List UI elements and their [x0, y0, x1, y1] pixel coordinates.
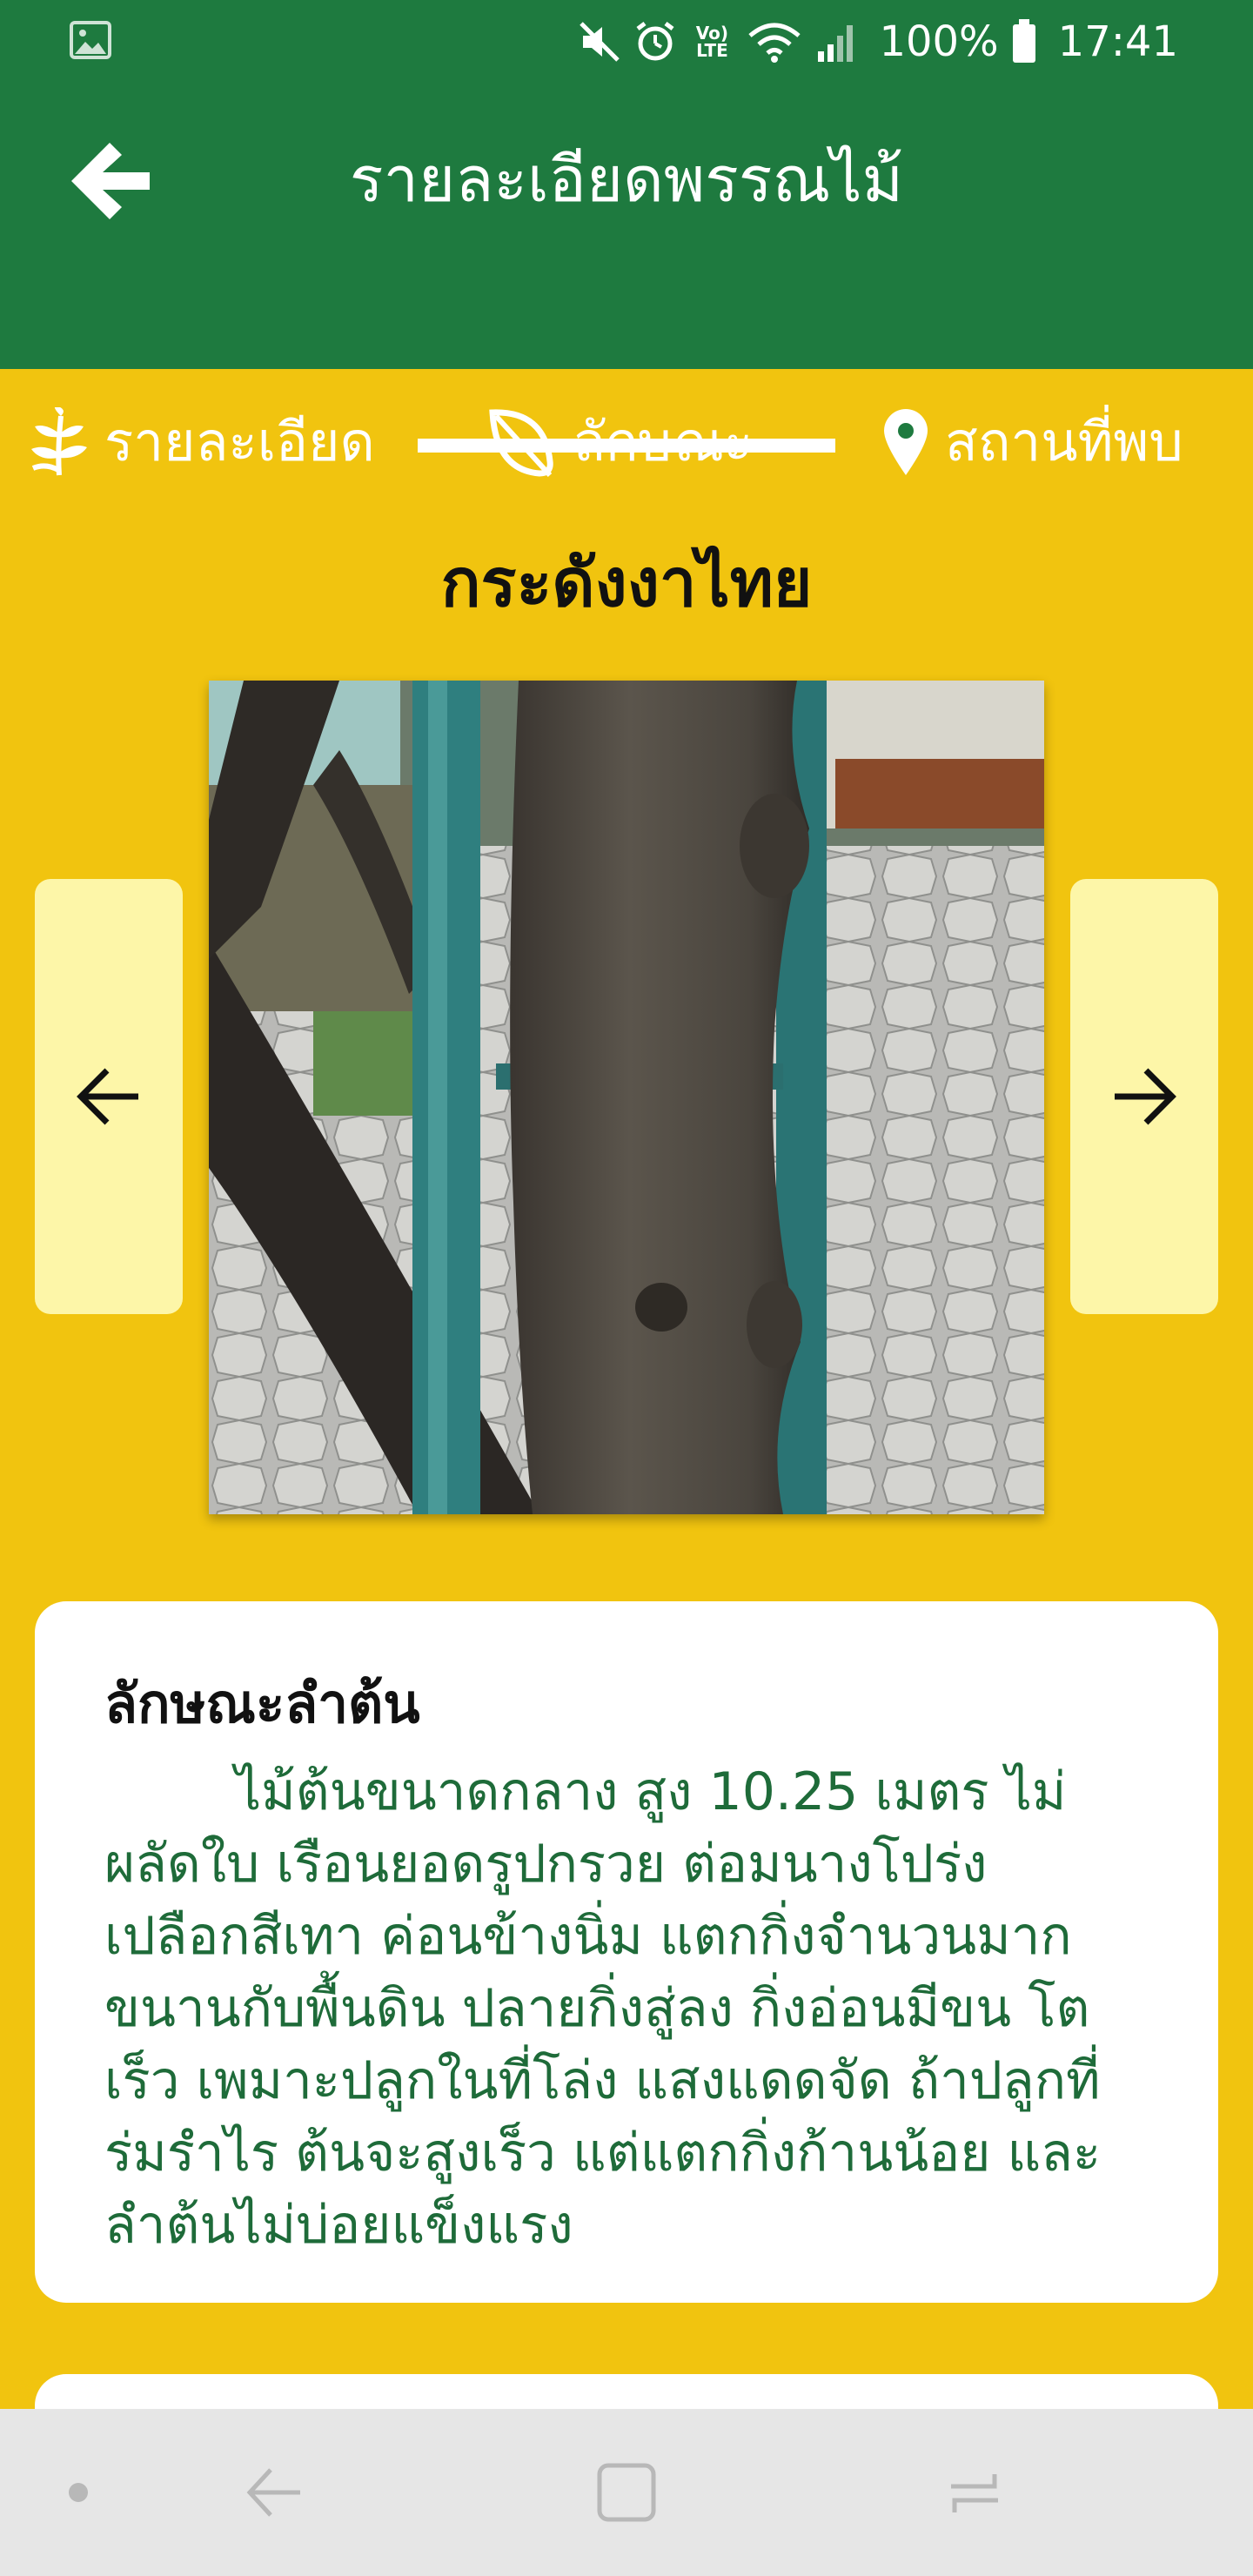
tab-details-label: รายละเอียด	[104, 410, 375, 473]
mute-icon	[580, 22, 620, 62]
tab-bar: รายละเอียด ลักษณะ สถานที่พบ	[0, 301, 1253, 478]
plant-name: กระดังงาไทย	[440, 544, 813, 621]
app-bar: รายละเอียดพรรณไม้ รายละเอียด ลักษณะ	[0, 84, 1253, 478]
gallery-notification-icon	[70, 21, 111, 59]
alarm-icon	[636, 22, 674, 61]
selected-tab-indicator	[418, 439, 835, 453]
battery-percent: 100%	[879, 17, 999, 66]
previous-image-button[interactable]	[35, 879, 183, 1314]
nav-recents-button[interactable]	[922, 2409, 1027, 2576]
home-square-icon	[597, 2463, 656, 2522]
trunk-characteristics-card: ลักษณะลำต้น ไม้ต้นขนาดกลาง สูง 10.25 เมต…	[35, 1601, 1218, 2303]
plant-photo[interactable]	[209, 681, 1044, 1514]
volte-label: Vo) LTE	[695, 23, 729, 61]
location-pin-icon	[884, 409, 928, 475]
next-image-button[interactable]	[1070, 879, 1218, 1314]
battery-icon	[1012, 19, 1035, 63]
nav-dot-button[interactable]	[52, 2409, 104, 2576]
clock: 17:41	[1057, 17, 1178, 66]
card-body-text: ไม้ต้นขนาดกลาง สูง 10.25 เมตร ไม่ผลัดใบ …	[104, 1761, 1102, 2256]
arrow-right-icon	[1115, 1068, 1176, 1125]
card-heading: ลักษณะลำต้น	[104, 1672, 420, 1735]
nav-back-button[interactable]	[226, 2409, 322, 2576]
recents-icon	[951, 2474, 998, 2512]
sprout-icon	[31, 407, 87, 476]
status-bar: Vo) LTE 100% 17:41	[0, 0, 1253, 84]
signal-icon	[818, 25, 854, 62]
tab-location[interactable]: สถานที่พบ	[882, 399, 1183, 486]
status-indicators: Vo) LTE 100% 17:41	[578, 9, 1178, 75]
wifi-icon	[748, 23, 801, 63]
tab-location-label: สถานที่พบ	[945, 410, 1183, 473]
trunk-photo	[209, 681, 1044, 1514]
dot-icon	[69, 2483, 88, 2502]
system-navigation-bar	[0, 2409, 1253, 2576]
tab-details[interactable]: รายละเอียด	[30, 399, 375, 486]
arrow-left-icon	[77, 1068, 138, 1125]
nav-home-button[interactable]	[574, 2409, 679, 2576]
page-title: รายละเอียดพรรณไม้	[349, 143, 904, 216]
back-arrow-icon	[246, 2468, 300, 2517]
